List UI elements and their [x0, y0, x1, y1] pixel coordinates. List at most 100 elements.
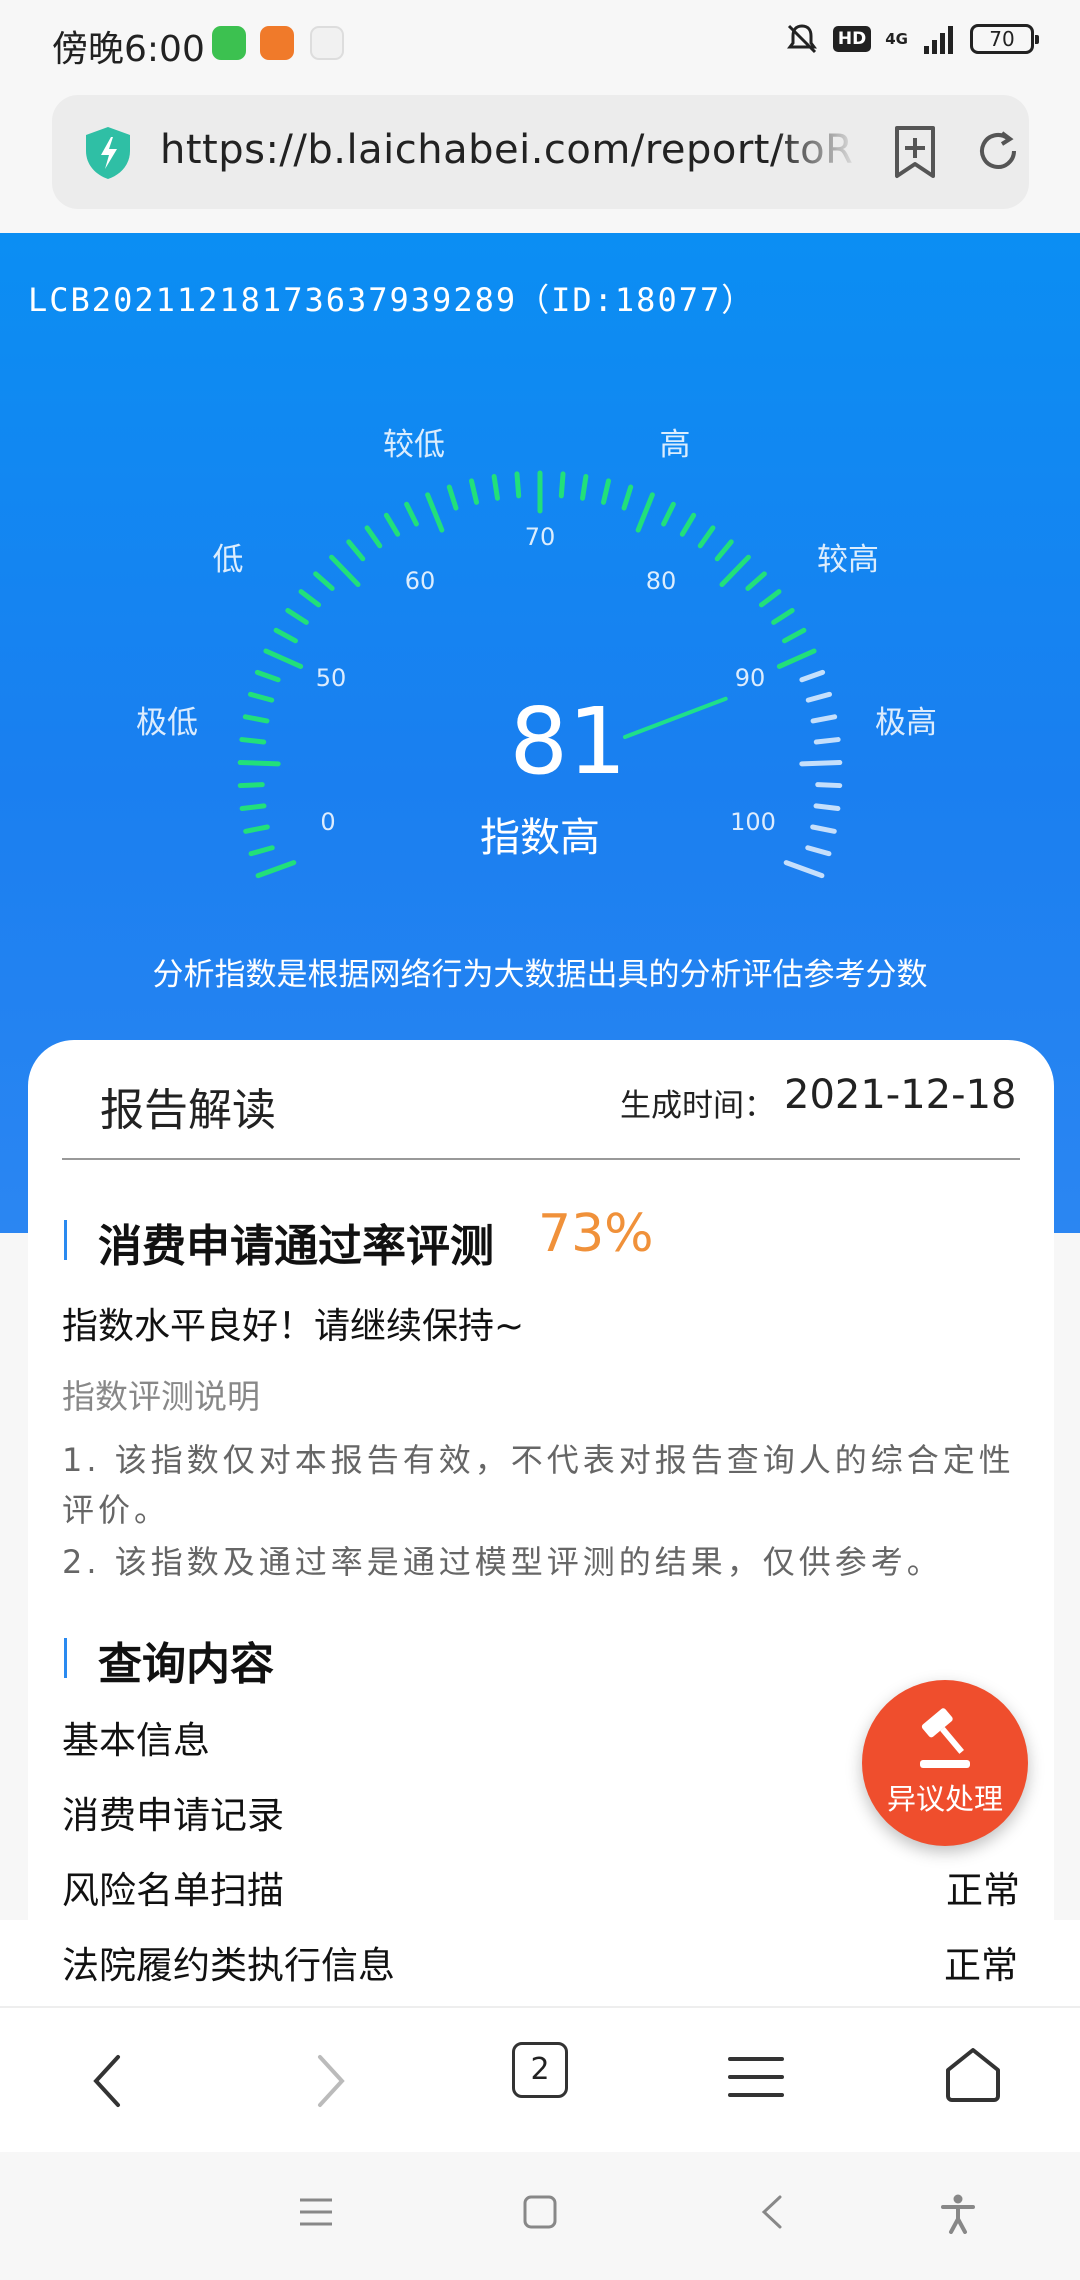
gauge-tick: [285, 607, 309, 625]
back-icon[interactable]: [88, 2053, 128, 2109]
query-title: 查询内容: [98, 1639, 274, 1690]
reload-icon[interactable]: [972, 125, 1024, 177]
gauge-tick: [580, 474, 589, 501]
gauge-tick: [758, 589, 782, 608]
generated-date: 2021-12-18: [784, 1072, 1017, 1118]
gauge-tick: [815, 782, 843, 789]
gavel-icon: [920, 1708, 970, 1768]
tick-label-90: 90: [735, 664, 766, 692]
gauge-tick: [254, 669, 281, 683]
accessibility-icon[interactable]: [940, 2194, 976, 2234]
zone-label-very-low: 极低: [136, 705, 198, 741]
gauge-tick: [745, 571, 767, 591]
tick-label-60: 60: [405, 567, 436, 595]
zone-label-high: 高: [660, 427, 691, 463]
gauge-tick: [446, 484, 459, 511]
home-square-icon[interactable]: [522, 2194, 558, 2230]
gauge-tick: [813, 803, 841, 812]
pass-rate-value: 73%: [538, 1204, 654, 1264]
gauge-tick: [313, 571, 335, 591]
gauge-tick: [661, 501, 676, 527]
url-text[interactable]: https://b.laichabei.com/report/toR: [160, 127, 860, 173]
gauge-tick: [771, 607, 795, 625]
gauge-tick: [263, 648, 304, 669]
home-icon[interactable]: [944, 2046, 1002, 2104]
report-title: 报告解读: [100, 1085, 276, 1136]
network-type: 4G: [885, 29, 908, 48]
gauge-tick: [237, 760, 281, 767]
gauge-tick: [239, 803, 267, 812]
gauge-tick: [243, 824, 270, 834]
gauge-tick: [697, 525, 716, 549]
gauge-tick: [237, 782, 265, 789]
gauge-tick: [810, 714, 838, 724]
gauge-tick: [635, 492, 655, 533]
tabs-icon[interactable]: 2: [512, 2042, 568, 2098]
gauge-tick: [799, 669, 826, 683]
menu-icon[interactable]: [728, 2053, 784, 2101]
gauge-tick: [558, 471, 566, 499]
generated-label: 生成时间：: [620, 1088, 775, 1124]
tick-label-0: 0: [320, 808, 335, 836]
gauge-tick: [298, 589, 322, 608]
gauge-tick: [600, 478, 612, 505]
gauge-tick: [714, 539, 734, 562]
score-gauge: 0 50 60 70 80 90 100 极低 低 较低 高 较高 极高 81 …: [136, 427, 937, 879]
gauge-tick: [239, 737, 267, 745]
gauge-tick: [810, 824, 837, 834]
query-row-label: 风险名单扫描: [62, 1869, 284, 1912]
gauge-tick: [805, 845, 832, 857]
gauge-tick: [782, 627, 807, 644]
bookmark-add-icon[interactable]: [892, 125, 938, 179]
gauge-tick: [383, 512, 401, 537]
pass-rate-title: 消费申请通过率评测: [98, 1221, 494, 1272]
tick-label-80: 80: [646, 567, 677, 595]
score-value: 81: [509, 688, 626, 795]
section-marker: [64, 1638, 67, 1678]
address-bar[interactable]: https://b.laichabei.com/report/toR: [52, 95, 1029, 209]
zone-label-fairly-high: 较高: [817, 542, 879, 578]
back-triangle-icon[interactable]: [754, 2194, 790, 2230]
gauge-tick: [776, 648, 817, 669]
zone-label-low: 低: [213, 542, 244, 578]
gauge-tick: [248, 845, 275, 857]
query-row-label: 消费申请记录: [62, 1794, 284, 1837]
gauge-tick: [805, 691, 833, 703]
score-level: 指数高: [480, 815, 600, 861]
zone-label-very-high: 极高: [875, 705, 937, 741]
gauge-tick: [679, 512, 697, 537]
dispute-label: 异议处理: [886, 1782, 1003, 1816]
note-1: 1. 该指数仅对本报告有效，不代表对报告查询人的综合定性评价。: [62, 1441, 1015, 1529]
note-2: 2. 该指数及通过率是通过模型评测的结果，仅供参考。: [62, 1543, 943, 1581]
gauge-needle: [622, 696, 728, 740]
recents-icon[interactable]: [298, 2194, 334, 2230]
gauge-tick: [514, 471, 522, 499]
status-icons: HD 4G 70: [785, 22, 1039, 56]
forward-icon[interactable]: [310, 2053, 350, 2109]
pass-rate-comment: 指数水平良好！请继续保持~: [62, 1306, 525, 1347]
dispute-button[interactable]: 异议处理: [862, 1680, 1028, 1846]
gauge-tick: [346, 539, 366, 562]
query-row-label: 法院履约类执行信息: [62, 1944, 395, 1987]
query-row-value: 正常: [944, 1944, 1018, 1987]
uc-browser-app-icon: [260, 26, 294, 60]
gauge-tick: [813, 737, 841, 745]
hd-badge: HD: [832, 26, 872, 52]
gauge-tick: [425, 492, 445, 533]
status-bar: 傍晚6:00 HD 4G 70: [0, 0, 1080, 90]
wechat-app-icon: [212, 26, 246, 60]
bell-muted-icon: [786, 24, 817, 54]
gauge-tick: [719, 554, 751, 588]
tick-label-50: 50: [316, 664, 347, 692]
tick-label-70: 70: [525, 523, 556, 551]
status-time: 傍晚6:00: [52, 29, 205, 70]
tick-label-100: 100: [730, 808, 776, 836]
toolbar-divider: [0, 2006, 1080, 2008]
query-row-value: 正常: [946, 1869, 1020, 1912]
battery-icon: 70: [970, 24, 1039, 54]
gauge-tick: [491, 474, 500, 501]
system-navigation: [0, 2152, 1080, 2280]
gauge-tick: [783, 860, 825, 879]
shield-bolt-icon: [86, 127, 130, 179]
score-description: 分析指数是根据网络行为大数据出具的分析评估参考分数: [152, 957, 928, 993]
